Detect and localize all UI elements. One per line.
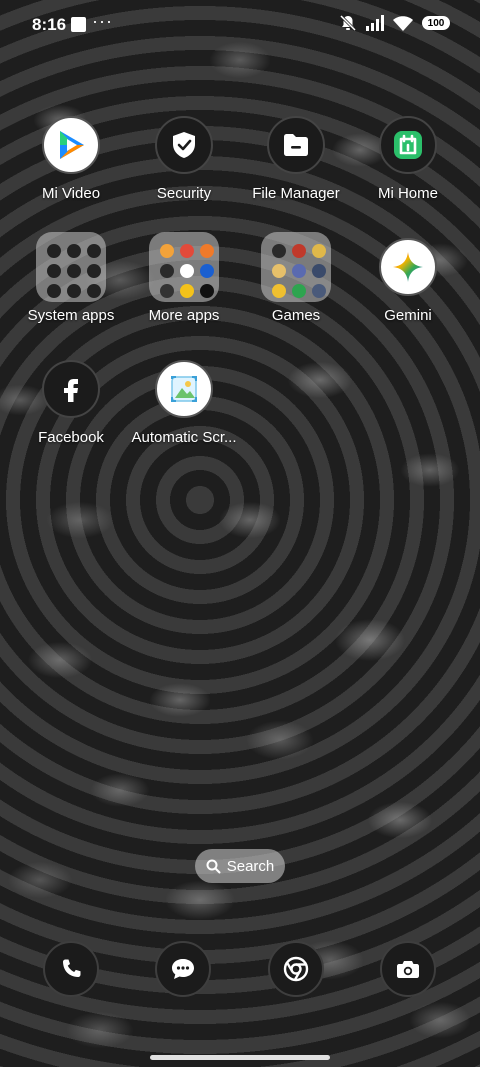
play-icon [42,116,100,174]
search-icon [206,859,221,873]
phone-icon [63,959,81,977]
app-gemini[interactable]: Gemini [352,238,464,348]
home-icon [379,116,437,174]
dock-camera[interactable] [380,941,436,997]
status-bar: 8:16 ··· 100 [0,0,480,48]
message-icon [172,959,194,979]
app-security[interactable]: Security [128,116,240,226]
search-label: Search [226,857,275,875]
wifi-icon [393,16,413,31]
app-label: System apps [27,307,115,324]
camera-icon [397,961,419,978]
dock-chrome[interactable] [268,941,324,997]
search-button[interactable]: Search [195,849,285,883]
notification-square-icon [71,17,86,32]
app-automatic-screenshot[interactable]: Automatic Scr... [128,360,240,470]
app-label: Facebook [38,429,104,446]
app-facebook[interactable]: Facebook [15,360,127,470]
folder-grid-icon [261,232,331,302]
folder-grid-icon [149,232,219,302]
status-icons: 100 [339,14,450,32]
sparkle-icon [379,238,437,296]
app-label: Gemini [384,307,432,324]
more-notifications-icon: ··· [92,11,113,31]
chrome-icon [283,956,309,982]
app-mi-video[interactable]: Mi Video [15,116,127,226]
folder-grid-icon [36,232,106,302]
mute-icon [339,14,357,32]
facebook-icon [42,360,100,418]
app-label: Games [271,307,321,324]
app-folder-system-apps[interactable]: System apps [15,232,127,348]
app-folder-more-apps[interactable]: More apps [128,232,240,348]
app-mi-home[interactable]: Mi Home [352,116,464,226]
app-label: File Manager [252,185,340,202]
battery-icon: 100 [422,16,450,30]
gesture-navigation-handle[interactable] [150,1055,330,1060]
status-time: 8:16 [32,15,67,34]
shield-icon [155,116,213,174]
app-label: Mi Video [41,185,101,202]
app-file-manager[interactable]: File Manager [240,116,352,226]
dock-phone[interactable] [43,941,99,997]
app-label: Security [156,185,212,202]
app-folder-games[interactable]: Games [240,232,352,348]
folder-icon [267,116,325,174]
gallery-icon [155,360,213,418]
app-label: More apps [148,307,220,324]
dock-messages[interactable] [155,941,211,997]
signal-icon [366,15,384,31]
app-label: Automatic Scr... [131,429,237,446]
app-label: Mi Home [377,185,438,202]
